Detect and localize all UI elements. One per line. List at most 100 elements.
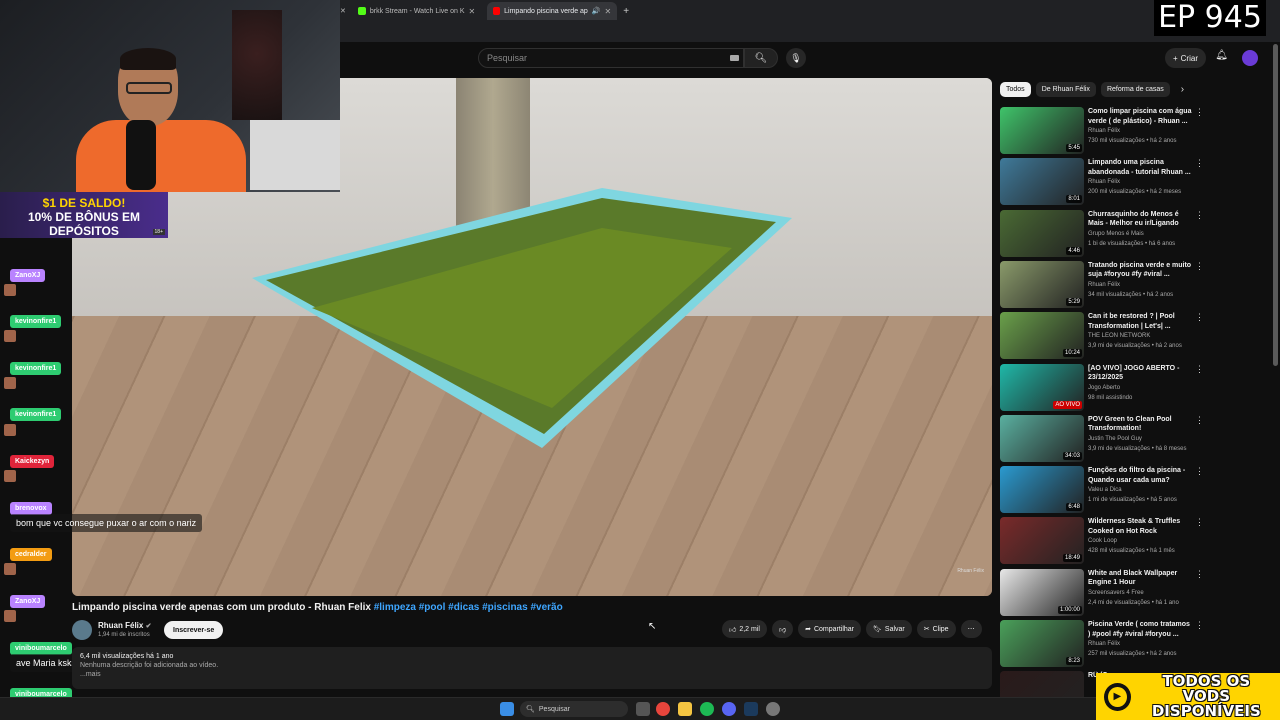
chip-reforma-de-casas[interactable]: Reforma de casas — [1100, 81, 1170, 97]
recommended-video[interactable]: 8:23 Piscina Verde ( como tratamos ) #poo… — [1000, 620, 1204, 668]
recommended-video-title[interactable]: White and Black Wallpaper Engine 1 Hour — [1088, 569, 1192, 588]
video-thumbnail[interactable]: 8:23 — [1000, 620, 1084, 667]
recommended-video-title[interactable]: POV Green to Clean Pool Transformation! — [1088, 415, 1192, 434]
recommended-channel[interactable]: Cook Loop — [1088, 538, 1117, 544]
obs-icon[interactable] — [766, 702, 780, 716]
recommended-video-title[interactable]: Como limpar piscina com água verde ( de … — [1088, 107, 1192, 126]
page-scrollbar[interactable] — [1273, 44, 1278, 366]
recommended-video[interactable]: 10:24 Can it be restored ? | Pool Transfo… — [1000, 312, 1204, 360]
more-vertical-icon[interactable]: ⋮ — [1195, 466, 1204, 477]
recommended-channel[interactable]: Jogo Aberto — [1088, 385, 1120, 391]
video-thumbnail[interactable]: 4:46 — [1000, 209, 1084, 257]
dislike-button[interactable]: 👎︎ — [771, 620, 794, 638]
recommended-video-title[interactable]: Funções do filtro da piscina - Quando us… — [1088, 466, 1192, 485]
task-view-icon[interactable] — [636, 702, 650, 716]
close-tab-icon[interactable]: ✕ — [469, 7, 476, 16]
recommended-video-title[interactable]: Piscina Verde ( como tratamos ) #pool #f… — [1088, 620, 1192, 639]
recommended-video[interactable]: 8:01 Limpando uma piscina abandonada - tu… — [1000, 158, 1204, 206]
more-vertical-icon[interactable]: ⋮ — [1195, 261, 1204, 272]
video-thumbnail[interactable]: 18:49 — [1000, 517, 1084, 565]
recommended-video[interactable]: AO VIVO [AO VIVO] JOGO ABERTO - 23/12/202… — [1000, 363, 1204, 412]
recommended-video-title[interactable]: Tratando piscina verde e muito suja #for… — [1088, 261, 1192, 280]
recommended-video[interactable]: 1:00:00 White and Black Wallpaper Engine … — [1000, 568, 1204, 617]
more-vertical-icon[interactable]: ⋮ — [1195, 364, 1204, 375]
recommended-video[interactable]: 6:48 Funções do filtro da piscina - Quand… — [1000, 466, 1204, 514]
more-vertical-icon[interactable]: ⋮ — [1195, 620, 1204, 631]
video-thumbnail[interactable]: 1:00:00 — [1000, 568, 1084, 616]
recommended-video-title[interactable]: Wilderness Steak & Truffles Cooked on Ho… — [1088, 517, 1192, 536]
recommended-video[interactable]: 4:46 Churrasquinho do Menos é Mais - Melh… — [1000, 209, 1204, 258]
speaker-icon[interactable]: 🔊 — [592, 7, 601, 15]
notifications-bell-icon[interactable]: 🔔︎ — [1215, 50, 1228, 61]
recommended-channel[interactable]: THE LEON NETWORK — [1088, 333, 1150, 339]
more-vertical-icon[interactable]: ⋮ — [1195, 415, 1204, 426]
more-vertical-icon[interactable]: ⋮ — [1195, 312, 1204, 323]
video-thumbnail[interactable]: AO VIVO — [1000, 363, 1084, 411]
close-tab-icon[interactable]: ✕ — [605, 7, 612, 16]
tab-youtube[interactable]: Limpando piscina verde ap 🔊 ✕ — [487, 2, 618, 20]
more-vertical-icon[interactable]: ⋮ — [1195, 107, 1204, 118]
video-thumbnail[interactable]: 6:48 — [1000, 466, 1084, 514]
more-vertical-icon[interactable]: ⋮ — [1195, 517, 1204, 528]
subscribe-button[interactable]: Inscrever-se — [164, 621, 224, 639]
recommended-channel[interactable]: Grupo Menos é Mais — [1088, 231, 1144, 237]
recommended-video-title[interactable]: Limpando uma piscina abandonada - tutori… — [1088, 158, 1192, 177]
video-hashtags[interactable]: #limpeza #pool #dicas #piscinas #verão — [374, 602, 563, 613]
channel-name[interactable]: Rhuan Félix ✔ — [98, 621, 151, 630]
recommended-channel[interactable]: Rhuan Félix — [1088, 128, 1120, 134]
more-vertical-icon[interactable]: ⋮ — [1195, 210, 1204, 221]
recommended-video-title[interactable]: Can it be restored ? | Pool Transformati… — [1088, 312, 1192, 331]
taskbar-search[interactable]: 🔍︎ Pesquisar — [520, 701, 628, 717]
search-button[interactable]: 🔍︎ — [744, 48, 778, 68]
video-thumbnail[interactable]: 5:29 — [1000, 260, 1084, 308]
more-vertical-icon[interactable]: ⋮ — [1195, 569, 1204, 580]
recommended-video[interactable]: 34:03 POV Green to Clean Pool Transformat… — [1000, 414, 1204, 463]
channel-name-text: Rhuan Félix — [98, 621, 144, 630]
recommended-video[interactable]: 5:29 Tratando piscina verde e muito suja … — [1000, 260, 1204, 309]
save-button[interactable]: 🔖︎ Salvar — [866, 620, 912, 638]
recommended-video-title[interactable]: [AO VIVO] JOGO ABERTO - 23/12/2025 — [1088, 364, 1192, 383]
recommended-video-title[interactable]: Churrasquinho do Menos é Mais - Melhor e… — [1088, 210, 1192, 229]
spotify-icon[interactable] — [700, 702, 714, 716]
recommended-channel[interactable]: Rhuan Félix — [1088, 179, 1120, 185]
channel-avatar[interactable] — [72, 620, 92, 640]
recommended-channel[interactable]: Justin The Pool Guy — [1088, 436, 1142, 442]
chat-message: cedralder — [10, 543, 52, 561]
chrome-icon[interactable] — [656, 702, 670, 716]
tab-kick[interactable]: brkk Stream - Watch Live on K ✕ — [352, 2, 481, 20]
windows-start-icon[interactable] — [500, 702, 514, 716]
chip-de-rhuan-felix[interactable]: De Rhuan Félix — [1035, 81, 1096, 97]
description-more-link[interactable]: ...mais — [80, 671, 984, 678]
chip-todos[interactable]: Todos — [1000, 81, 1031, 97]
recommended-video[interactable]: 5:45 Como limpar piscina com água verde (… — [1000, 107, 1204, 155]
more-actions-button[interactable]: ⋯ — [960, 620, 982, 638]
steam-icon[interactable] — [744, 702, 758, 716]
new-tab-button[interactable]: + — [623, 6, 629, 17]
clip-button[interactable]: ✂ Clipe — [916, 620, 956, 638]
keyboard-icon[interactable] — [730, 55, 739, 61]
thumbs-up-icon: 👍︎ — [729, 626, 737, 634]
video-thumbnail[interactable]: 10:24 — [1000, 312, 1084, 360]
more-vertical-icon[interactable]: ⋮ — [1195, 158, 1204, 169]
voice-search-button[interactable]: 🎙︎ — [786, 48, 806, 68]
recommended-channel[interactable]: Rhuan Félix — [1088, 282, 1120, 288]
search-input[interactable]: Pesquisar — [478, 48, 744, 68]
video-description[interactable]: 6,4 mil visualizações há 1 ano Nenhuma d… — [72, 647, 992, 689]
recommended-channel[interactable]: Valeu a Dica — [1088, 487, 1122, 493]
video-thumbnail[interactable]: 5:45 — [1000, 107, 1084, 154]
video-thumbnail[interactable]: 8:01 — [1000, 158, 1084, 206]
share-button[interactable]: ➦ Compartilhar — [798, 620, 862, 638]
video-duration: 8:01 — [1066, 195, 1082, 204]
recommended-channel[interactable]: Screensavers 4 Free — [1088, 590, 1144, 596]
like-button[interactable]: 👍︎ 2,2 mil — [722, 620, 767, 638]
account-avatar[interactable] — [1242, 50, 1258, 66]
create-button[interactable]: + Criar — [1164, 48, 1206, 68]
chevron-right-icon[interactable]: › — [1181, 84, 1184, 95]
chat-badge-icon — [4, 284, 16, 296]
close-tab-icon[interactable]: ✕ — [340, 7, 346, 15]
recommended-channel[interactable]: Rhuan Félix — [1088, 641, 1120, 647]
recommended-video[interactable]: 18:49 Wilderness Steak & Truffles Cooked … — [1000, 517, 1204, 565]
discord-icon[interactable] — [722, 702, 736, 716]
video-thumbnail[interactable]: 34:03 — [1000, 414, 1084, 462]
file-explorer-icon[interactable] — [678, 702, 692, 716]
